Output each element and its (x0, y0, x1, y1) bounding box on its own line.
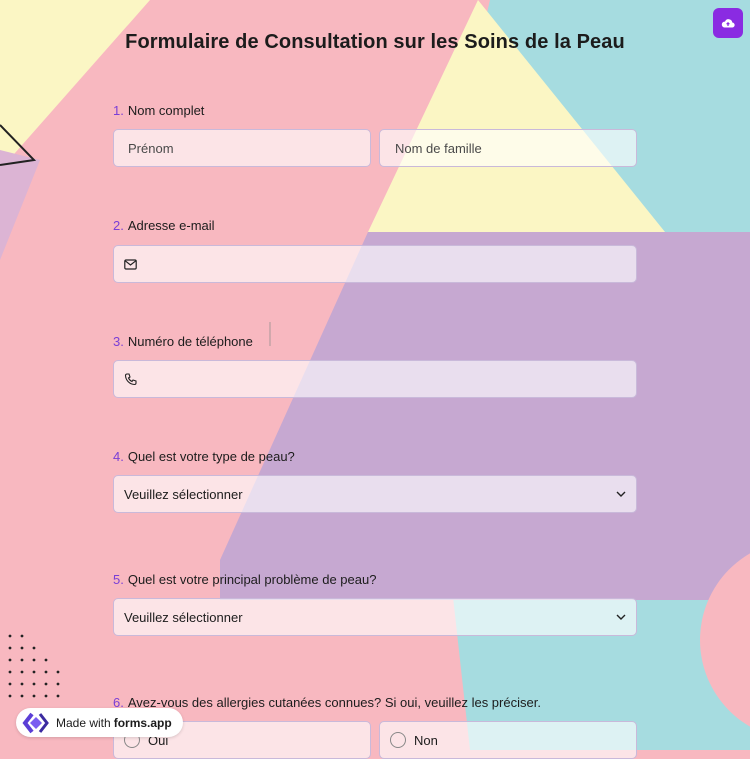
forms-app-logo-icon (22, 712, 49, 733)
chevron-down-icon (616, 614, 626, 620)
mail-icon (124, 258, 137, 270)
first-name-placeholder: Prénom (128, 140, 174, 156)
chevron-down-icon (616, 491, 626, 497)
question-3-label: 3. Numéro de téléphone (113, 334, 253, 349)
skin-type-selected-value: Veuillez sélectionner (124, 486, 243, 502)
brand-name: forms.app (113, 715, 172, 730)
phone-input[interactable] (113, 360, 637, 398)
last-name-placeholder: Nom de famille (395, 140, 482, 156)
question-5-number: 5. (113, 572, 124, 587)
question-2-text: Adresse e-mail (127, 218, 215, 233)
made-with-badge[interactable]: Made with forms.app (16, 708, 183, 737)
allergy-option-non[interactable]: Non (379, 721, 637, 759)
question-4-number: 4. (113, 449, 124, 464)
question-6-label: 6. Avez-vous des allergies cutanées connu… (113, 695, 541, 710)
cloud-upload-button[interactable] (713, 8, 743, 38)
email-input[interactable] (113, 245, 637, 283)
skin-type-select[interactable]: Veuillez sélectionner (113, 475, 637, 513)
first-name-input[interactable]: Prénom (113, 129, 371, 167)
last-name-input[interactable]: Nom de famille (379, 129, 637, 167)
question-5-text: Quel est votre principal problème de pea… (127, 572, 377, 587)
skin-concern-select[interactable]: Veuillez sélectionner (113, 598, 637, 636)
question-1-label: 1. Nom complet (113, 103, 204, 118)
option-non-label: Non (414, 732, 438, 748)
question-2-label: 2. Adresse e-mail (113, 218, 215, 233)
form-title: Formulaire de Consultation sur les Soins… (125, 31, 625, 53)
cloud-upload-icon (721, 19, 735, 28)
question-6-text: Avez-vous des allergies cutanées connues… (127, 695, 541, 710)
phone-icon (124, 372, 137, 385)
question-1-number: 1. (113, 103, 124, 118)
question-5-label: 5. Quel est votre principal problème de p… (113, 572, 376, 587)
question-4-label: 4. Quel est votre type de peau? (113, 449, 295, 464)
skin-concern-selected-value: Veuillez sélectionner (124, 609, 243, 625)
question-3-number: 3. (113, 334, 124, 349)
question-3-text: Numéro de téléphone (127, 334, 253, 349)
radio-non[interactable] (390, 732, 406, 748)
question-2-number: 2. (113, 218, 124, 233)
made-with-text: Made with (56, 715, 111, 730)
question-1-text: Nom complet (127, 103, 205, 118)
question-4-text: Quel est votre type de peau? (127, 449, 295, 464)
